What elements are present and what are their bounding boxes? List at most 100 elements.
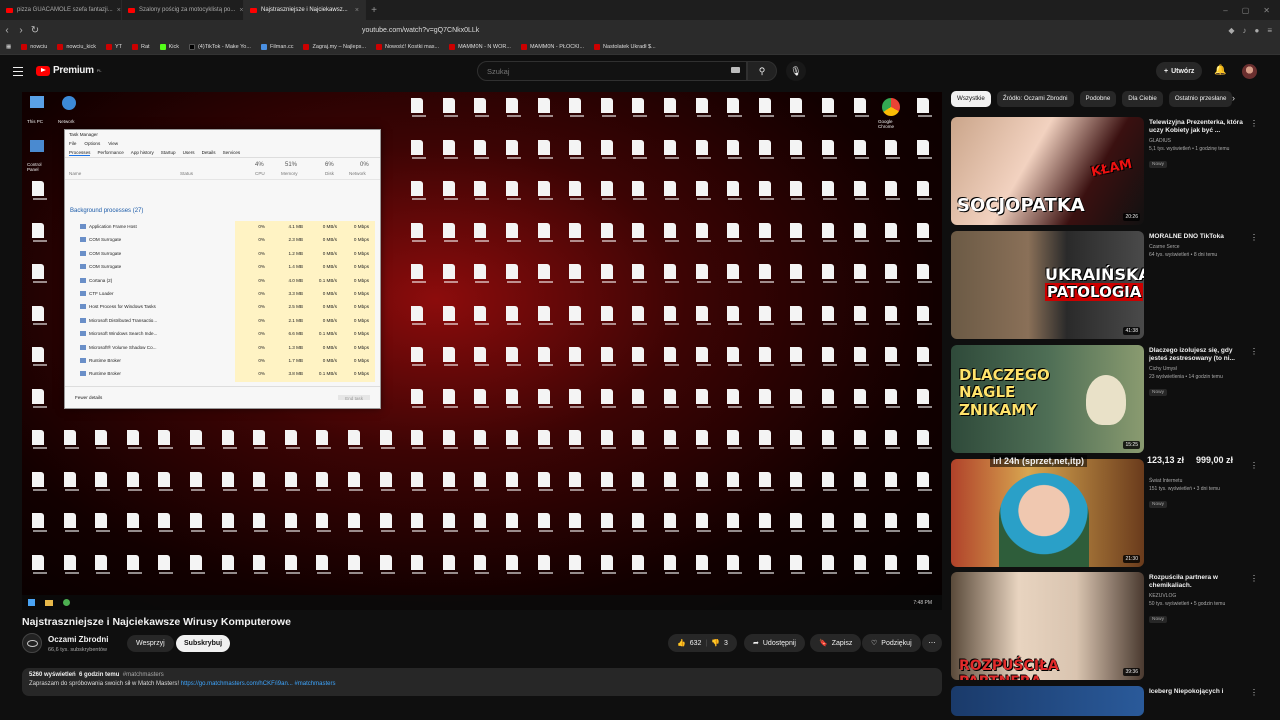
- support-button[interactable]: Wesprzyj: [127, 635, 174, 652]
- process-row[interactable]: COM Surrogate 0% 1.4 MB 0 MB/s 0 Mbps: [65, 261, 375, 275]
- dislike-count[interactable]: 3: [724, 640, 728, 647]
- thumbs-down-icon[interactable]: 👎: [711, 639, 720, 647]
- process-row[interactable]: Host Process for Windows Tasks 0% 2.5 MB 0 …: [65, 301, 375, 315]
- column-status[interactable]: Status: [180, 171, 193, 176]
- video-title[interactable]: Telewizyjna Prezenterka, która uczy Kobi…: [1149, 119, 1244, 135]
- channel-name[interactable]: Świat Internetu: [1149, 478, 1244, 484]
- like-count[interactable]: 632: [690, 640, 702, 647]
- bookmark-item[interactable]: Rat: [132, 44, 150, 50]
- chip-similar[interactable]: Podobne: [1079, 91, 1117, 107]
- related-video[interactable]: SOCJOPATKA KŁAM 20:26 Telewizyjna Prezen…: [951, 117, 1261, 227]
- process-row[interactable]: Application Frame Host 0% 4.1 MB 0 MB/s 0 Mb…: [65, 221, 375, 235]
- tab-app-history[interactable]: App history: [131, 150, 154, 156]
- related-video[interactable]: UKRAIŃSKA PATOLOGIA 41:38 MORALNE DNO Ti…: [951, 231, 1261, 341]
- share-button[interactable]: ➦ Udostępnij: [744, 634, 805, 652]
- bookmark-item[interactable]: Nastolatek Ukradł $...: [594, 44, 656, 50]
- kebab-menu-icon[interactable]: ⋮: [1250, 688, 1258, 697]
- forward-icon[interactable]: ›: [14, 25, 28, 36]
- close-tab-icon[interactable]: ×: [355, 7, 359, 14]
- hashtag[interactable]: #matchmasters: [123, 672, 164, 678]
- bookmark-item[interactable]: (4)TikTok - Make Yo...: [188, 44, 251, 50]
- subscribe-button[interactable]: Subskrybuj: [176, 635, 231, 652]
- kebab-menu-icon[interactable]: ⋮: [1250, 574, 1258, 583]
- related-video[interactable]: DLACZEGO NAGLE ZNIKAMY 15:25 Dlaczego iz…: [951, 345, 1261, 455]
- menu-item[interactable]: File: [69, 141, 76, 148]
- process-row[interactable]: Microsoft Windows Search Inde... 0% 6.6 MB…: [65, 328, 375, 342]
- video-title[interactable]: Rozpuściła partnera w chemikaliach.: [1149, 574, 1244, 590]
- process-row[interactable]: COM Surrogate 0% 1.2 MB 0 MB/s 0 Mbps: [65, 247, 375, 262]
- end-task-button[interactable]: End task: [338, 395, 370, 401]
- bookmark-item[interactable]: MAMM0N - N WOR...: [449, 44, 511, 50]
- back-icon[interactable]: ‹: [0, 25, 14, 36]
- related-video[interactable]: 21:30 Świat Internetu 151 tys. wyświetle…: [951, 459, 1261, 569]
- browser-menu-icon[interactable]: ≡: [1267, 26, 1272, 35]
- close-window-icon[interactable]: ✕: [1263, 6, 1270, 15]
- bookmark-item[interactable]: Zagraj.my – Najleps...: [303, 44, 366, 50]
- channel-name[interactable]: Oczami Zbrodni: [48, 635, 108, 644]
- process-row[interactable]: CTF Loader 0% 3.3 MB 0 MB/s 0 Mbps: [65, 287, 375, 302]
- bookmark-item[interactable]: nowciu_kick: [57, 44, 96, 50]
- search-input[interactable]: Szukaj: [477, 61, 747, 81]
- browser-tab-active[interactable]: Najstraszniejsze i Najciekawsz... ×: [244, 0, 366, 20]
- column-memory[interactable]: Memory: [281, 171, 298, 176]
- description-box[interactable]: 5260 wyświetleń 6 godzin temu #matchmast…: [22, 668, 942, 696]
- kebab-menu-icon[interactable]: ⋮: [1250, 347, 1258, 356]
- column-cpu[interactable]: CPU: [255, 171, 265, 176]
- description-link[interactable]: https://go.matchmasters.com/hCKF/i9an...: [181, 681, 293, 687]
- description-hashtag[interactable]: #matchmasters: [294, 681, 335, 687]
- channel-name[interactable]: KEZUVLOG: [1149, 593, 1244, 599]
- video-thumbnail[interactable]: [951, 686, 1144, 716]
- notifications-bell-icon[interactable]: 🔔: [1214, 65, 1226, 76]
- bookmark-item[interactable]: nowciu: [21, 44, 47, 50]
- kebab-menu-icon[interactable]: ⋮: [1250, 233, 1258, 242]
- bookmark-item[interactable]: Nowość! Kostki mas...: [375, 44, 439, 50]
- new-tab-button[interactable]: +: [366, 5, 382, 16]
- youtube-premium-logo[interactable]: Premium PL: [36, 65, 102, 76]
- close-tab-icon[interactable]: ×: [117, 7, 121, 14]
- process-row[interactable]: COM Surrogate 0% 2.3 MB 0 MB/s 0 Mbps: [65, 234, 375, 248]
- tab-startup[interactable]: Startup: [161, 150, 176, 156]
- process-row[interactable]: Microsoft Distributed Transactio... 0% 2.1…: [65, 314, 375, 329]
- reload-icon[interactable]: ↻: [28, 25, 42, 36]
- extension-icon[interactable]: ◆: [1228, 26, 1234, 35]
- video-title[interactable]: Iceberg Niepokojących i: [1149, 688, 1244, 696]
- bookmark-item[interactable]: YT: [105, 44, 122, 50]
- video-thumbnail[interactable]: ROZPUŚCIŁA PARTNERA 39:36: [951, 572, 1144, 680]
- tab-details[interactable]: Details: [202, 150, 216, 156]
- maximize-icon[interactable]: ▢: [1242, 6, 1250, 15]
- chevron-right-icon[interactable]: ›: [1232, 93, 1235, 103]
- bookmark-item[interactable]: Filman.cc: [260, 44, 293, 50]
- create-button[interactable]: + Utwórz: [1156, 62, 1203, 80]
- bookmark-item[interactable]: Kick: [159, 44, 179, 50]
- channel-name[interactable]: Cichy Umysł: [1149, 366, 1244, 372]
- process-row[interactable]: Runtime Broker 0% 3.8 MB 0.1 MB/s 0 Mbps: [65, 368, 375, 382]
- video-title[interactable]: MORALNE DNO TikToka: [1149, 233, 1244, 241]
- microphone-icon[interactable]: 🎙: [786, 61, 806, 81]
- tab-performance[interactable]: Performance: [97, 150, 123, 156]
- video-thumbnail[interactable]: UKRAIŃSKA PATOLOGIA 41:38: [951, 231, 1144, 339]
- thumbs-up-icon[interactable]: 👍: [677, 639, 686, 647]
- save-button[interactable]: 🔖 Zapisz: [810, 634, 862, 652]
- browser-tab[interactable]: Szalony pościg za motocyklistą po... ×: [122, 0, 244, 20]
- video-thumbnail[interactable]: 21:30: [951, 459, 1144, 567]
- column-disk[interactable]: Disk: [325, 171, 334, 176]
- video-title[interactable]: Dlaczego izolujesz się, gdy jesteś zestr…: [1149, 347, 1244, 363]
- url-field[interactable]: youtube.com/watch?v=gQ7CNkx0LLk: [362, 27, 479, 34]
- process-row[interactable]: Microsoft® Volume Shadow Co... 0% 1.3 MB 0 …: [65, 341, 375, 355]
- channel-name[interactable]: GLADIUS: [1149, 138, 1244, 144]
- video-player[interactable]: This PC Network Control Panel Google Chr…: [22, 92, 942, 610]
- column-name[interactable]: Name: [69, 171, 81, 176]
- keyboard-icon[interactable]: [731, 67, 740, 73]
- chip-recent[interactable]: Ostatnio przesłane: [1168, 91, 1233, 107]
- channel-name[interactable]: Czarne Serce: [1149, 244, 1244, 250]
- profile-icon[interactable]: ●: [1254, 26, 1259, 35]
- tab-services[interactable]: Services: [223, 150, 241, 156]
- bookmark-item[interactable]: MAMM0N - PŁOCKI...: [520, 44, 584, 50]
- process-row[interactable]: Runtime Broker 0% 1.7 MB 0 MB/s 0 Mbps: [65, 354, 375, 369]
- extension-icon[interactable]: ♪: [1242, 26, 1246, 35]
- search-button[interactable]: ⚲: [747, 61, 777, 81]
- related-video[interactable]: Iceberg Niepokojących i ⋮: [951, 686, 1261, 716]
- tab-processes[interactable]: Processes: [69, 150, 91, 156]
- process-row[interactable]: Cortana (2) 0% 4.0 MB 0.1 MB/s 0 Mbps: [65, 274, 375, 288]
- tab-users[interactable]: Users: [183, 150, 195, 156]
